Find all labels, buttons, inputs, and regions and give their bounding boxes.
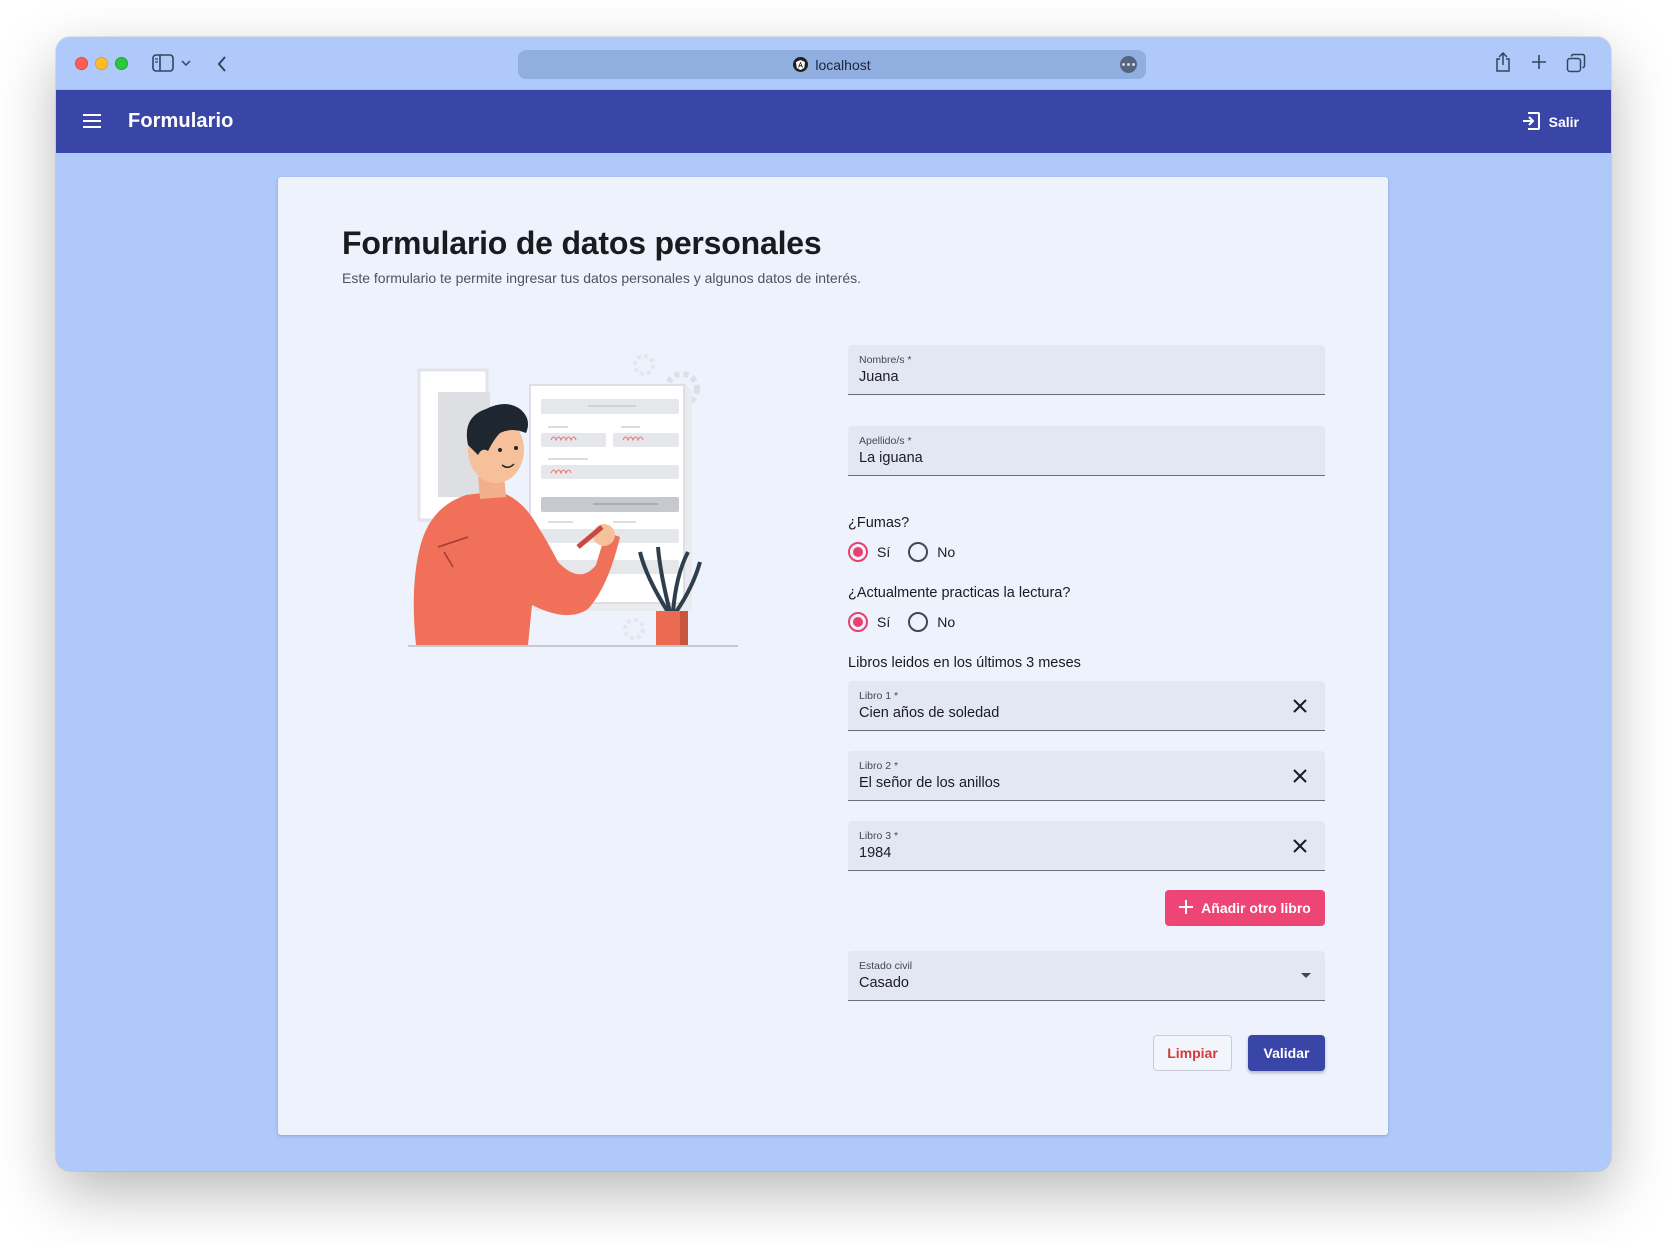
lectura-option-no-label: No xyxy=(937,614,956,630)
nombre-field[interactable]: Nombre/s * Juana xyxy=(848,345,1325,395)
radio-checked-icon[interactable] xyxy=(848,542,868,562)
lectura-question: ¿Actualmente practicas la lectura? xyxy=(848,585,1071,601)
chevron-down-icon[interactable] xyxy=(180,56,192,70)
fumas-option-no[interactable]: No xyxy=(908,542,955,562)
libro-2-label: Libro 2 * xyxy=(859,760,899,772)
angular-favicon-icon xyxy=(793,57,809,72)
lectura-radio-group: Sí No xyxy=(848,610,973,634)
back-arrow-icon[interactable] xyxy=(214,54,230,74)
menu-icon[interactable] xyxy=(82,111,102,131)
minimize-window-button[interactable] xyxy=(95,57,108,70)
app-title: Formulario xyxy=(128,110,234,132)
libro-1-field[interactable]: Libro 1 * Cien años de soledad xyxy=(848,681,1325,731)
libro-2-value[interactable]: El señor de los anillos xyxy=(859,775,1000,791)
lectura-option-si-label: Sí xyxy=(877,614,891,630)
close-window-button[interactable] xyxy=(75,57,88,70)
dropdown-arrow-icon[interactable] xyxy=(1301,973,1311,978)
close-icon[interactable] xyxy=(1293,699,1307,713)
share-icon[interactable] xyxy=(1494,51,1512,73)
estado-civil-select[interactable]: Estado civil Casado xyxy=(848,951,1325,1001)
libro-2-field[interactable]: Libro 2 * El señor de los anillos xyxy=(848,751,1325,801)
add-book-label: Añadir otro libro xyxy=(1201,900,1311,916)
zoom-window-button[interactable] xyxy=(115,57,128,70)
tab-overview-icon[interactable] xyxy=(1566,53,1586,73)
browser-toolbar: localhost xyxy=(56,37,1611,90)
browser-window: localhost Formulario Salir Formulario de… xyxy=(56,37,1611,1171)
logout-icon xyxy=(1521,111,1541,134)
nombre-value[interactable]: Juana xyxy=(859,369,899,385)
estado-civil-label: Estado civil xyxy=(859,960,913,972)
logout-button[interactable]: Salir xyxy=(1521,110,1579,134)
libro-3-value[interactable]: 1984 xyxy=(859,845,891,861)
close-icon[interactable] xyxy=(1293,769,1307,783)
nombre-label: Nombre/s * xyxy=(859,354,912,366)
close-icon[interactable] xyxy=(1293,839,1307,853)
radio-unchecked-icon[interactable] xyxy=(908,542,929,562)
libro-3-label: Libro 3 * xyxy=(859,830,899,842)
sidebar-toggle-icon[interactable] xyxy=(152,54,174,72)
validate-button[interactable]: Validar xyxy=(1248,1035,1325,1071)
fumas-option-si-label: Sí xyxy=(877,544,891,560)
add-book-button[interactable]: Añadir otro libro xyxy=(1165,890,1325,926)
plus-icon[interactable] xyxy=(1530,53,1548,71)
lectura-option-no[interactable]: No xyxy=(908,612,955,632)
fumas-radio-group: Sí No xyxy=(848,540,973,564)
logout-label: Salir xyxy=(1548,114,1579,130)
fumas-option-no-label: No xyxy=(937,544,956,560)
libro-3-field[interactable]: Libro 3 * 1984 xyxy=(848,821,1325,871)
form-subtitle: Este formulario te permite ingresar tus … xyxy=(342,270,862,286)
app-toolbar: Formulario Salir xyxy=(56,90,1611,153)
person-filling-form-illustration xyxy=(408,347,738,657)
libros-heading: Libros leidos en los últimos 3 meses xyxy=(848,655,1081,671)
estado-civil-value[interactable]: Casado xyxy=(859,975,909,991)
fumas-question: ¿Fumas? xyxy=(848,515,910,531)
address-bar[interactable]: localhost xyxy=(518,50,1146,79)
libro-1-value[interactable]: Cien años de soledad xyxy=(859,705,999,721)
fumas-option-si[interactable]: Sí xyxy=(848,542,890,562)
more-options-icon[interactable] xyxy=(1120,56,1137,73)
clear-button[interactable]: Limpiar xyxy=(1153,1035,1232,1071)
radio-unchecked-icon[interactable] xyxy=(908,612,929,632)
form-title: Formulario de datos personales xyxy=(342,225,822,261)
libro-1-label: Libro 1 * xyxy=(859,690,899,702)
apellido-field[interactable]: Apellido/s * La iguana xyxy=(848,426,1325,476)
lectura-option-si[interactable]: Sí xyxy=(848,612,890,632)
url-text: localhost xyxy=(815,56,871,73)
radio-checked-icon[interactable] xyxy=(848,612,868,632)
form-card: Formulario de datos personales Este form… xyxy=(278,177,1388,1135)
apellido-value[interactable]: La iguana xyxy=(859,450,923,466)
apellido-label: Apellido/s * xyxy=(859,435,912,447)
plus-icon xyxy=(1179,899,1194,917)
